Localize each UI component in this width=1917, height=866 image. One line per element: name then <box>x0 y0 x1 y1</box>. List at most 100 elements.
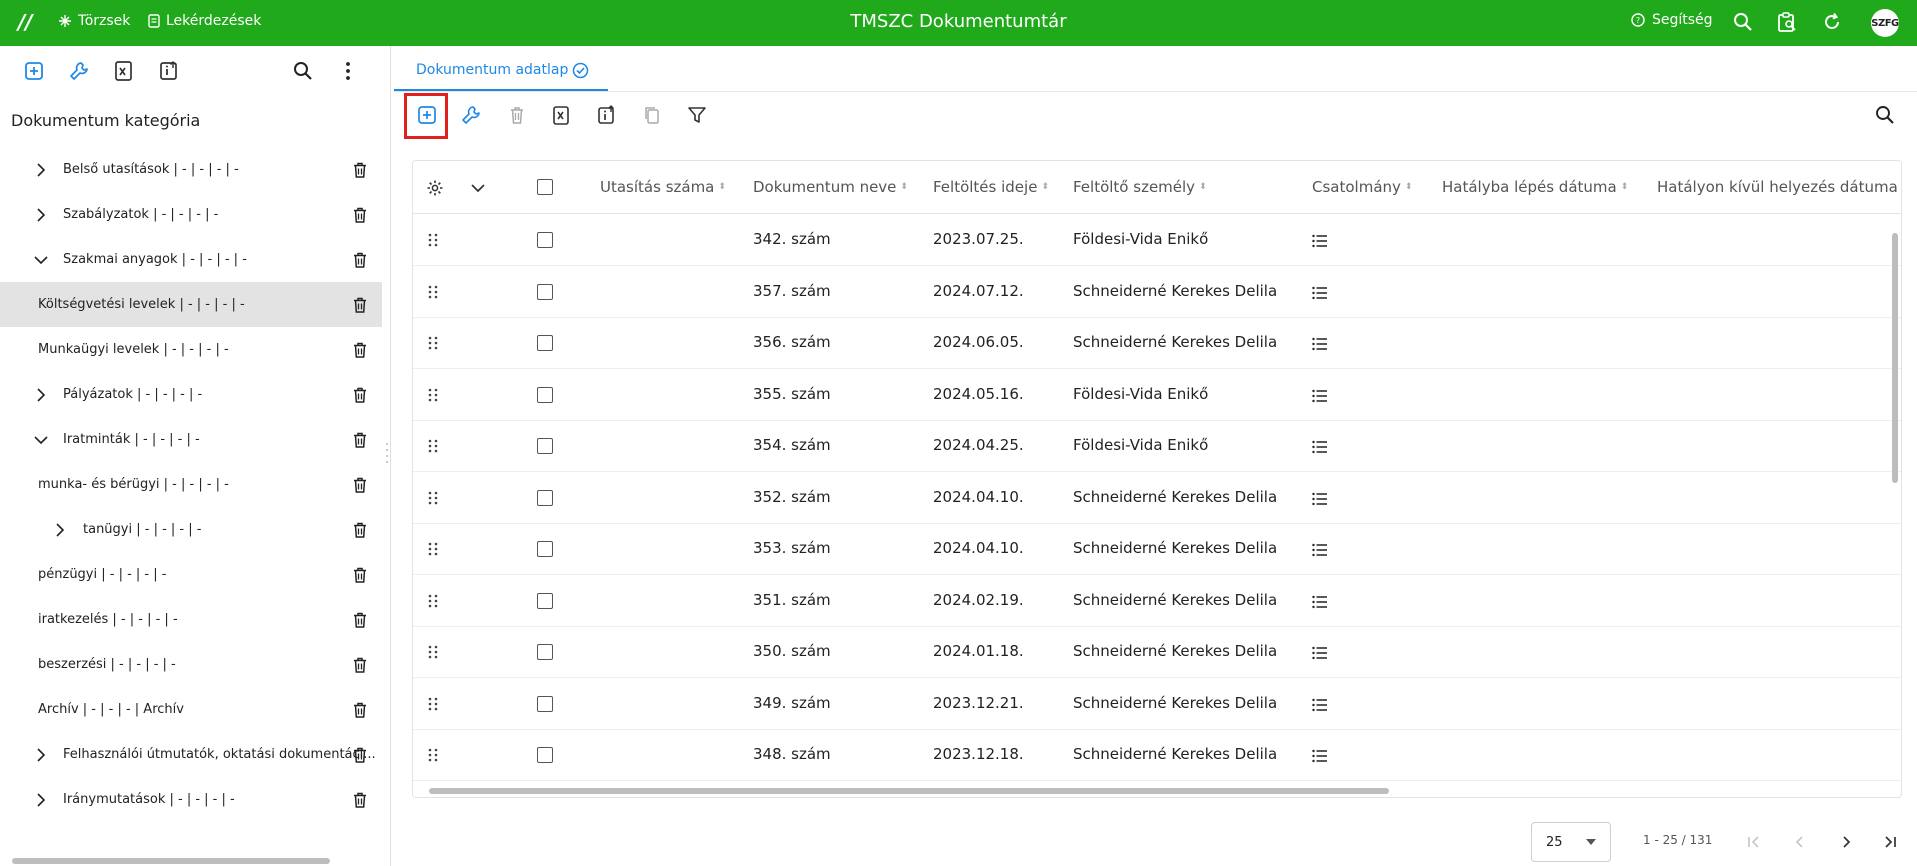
info-export-icon[interactable] <box>157 59 181 83</box>
row-checkbox[interactable] <box>537 541 553 557</box>
row-checkbox[interactable] <box>537 695 553 712</box>
sort-icon[interactable]: ⬍ <box>718 183 726 192</box>
drag-handle-icon[interactable] <box>427 594 439 608</box>
row-checkbox[interactable] <box>537 283 553 300</box>
last-page-icon[interactable] <box>1880 832 1900 852</box>
drag-handle-icon[interactable] <box>427 439 439 453</box>
attachment-list-icon[interactable] <box>1312 492 1328 506</box>
table-row[interactable]: 353. szám 2024.04.10. Schneiderné Kerekes … <box>413 524 1901 575</box>
previous-page-icon[interactable] <box>1790 832 1810 852</box>
trash-icon[interactable] <box>351 206 369 224</box>
table-row[interactable]: 357. szám 2024.07.12. Schneiderné Kerekes … <box>413 267 1901 318</box>
column-header-csatolmany[interactable]: Csatolmány ⬍ <box>1312 178 1412 196</box>
table-row[interactable]: 349. szám 2023.12.21. Schneiderné Kerekes … <box>413 679 1901 730</box>
table-row[interactable]: 356. szám 2024.06.05. Schneiderné Kerekes … <box>413 318 1901 369</box>
trash-icon[interactable] <box>351 701 369 719</box>
column-header-feltoltes-ideje[interactable]: Feltöltés ideje ⬍ <box>933 178 1049 196</box>
tree-item[interactable]: Munkaügyi levelek | - | - | - | - <box>0 327 382 372</box>
tree-item[interactable]: Iránymutatások | - | - | - | - <box>0 777 382 822</box>
chevron-right-icon[interactable] <box>33 207 49 223</box>
search-icon[interactable] <box>1874 104 1896 126</box>
tree-item[interactable]: Költségvetési levelek | - | - | - | - <box>0 282 382 327</box>
drag-handle-icon[interactable] <box>427 233 439 247</box>
trash-icon[interactable] <box>351 791 369 809</box>
table-row[interactable]: 348. szám 2023.12.18. Schneiderné Kerekes … <box>413 730 1901 781</box>
resize-grip-icon[interactable] <box>384 440 390 470</box>
drag-handle-icon[interactable] <box>427 388 439 402</box>
trash-icon[interactable] <box>351 431 369 449</box>
tree-item[interactable]: munka- és bérügyi | - | - | - | - <box>0 462 382 507</box>
row-checkbox[interactable] <box>537 386 553 403</box>
chevron-right-icon[interactable] <box>33 387 49 403</box>
app-logo[interactable]: // <box>18 10 40 34</box>
tree-item[interactable]: Pályázatok | - | - | - | - <box>0 372 382 417</box>
drag-handle-icon[interactable] <box>427 748 439 762</box>
drag-handle-icon[interactable] <box>427 697 439 711</box>
trash-icon[interactable] <box>351 161 369 179</box>
attachment-list-icon[interactable] <box>1312 440 1328 454</box>
attachment-list-icon[interactable] <box>1312 646 1328 660</box>
expand-all-chevron-icon[interactable] <box>470 181 486 195</box>
table-row[interactable]: 352. szám 2024.04.10. Schneiderné Kerekes … <box>413 473 1901 524</box>
attachment-list-icon[interactable] <box>1312 234 1328 248</box>
search-icon[interactable] <box>291 59 315 83</box>
wrench-icon[interactable] <box>67 59 91 83</box>
attachment-list-icon[interactable] <box>1312 698 1328 712</box>
more-vertical-icon[interactable] <box>336 59 360 83</box>
column-header-hatalyon-kivul[interactable]: Hatályon kívül helyezés dátuma <box>1657 178 1898 196</box>
table-row[interactable]: 351. szám 2024.02.19. Schneiderné Kerekes … <box>413 576 1901 627</box>
table-row[interactable]: 350. szám 2024.01.18. Schneiderné Kerekes … <box>413 627 1901 678</box>
sort-icon[interactable]: ⬍ <box>1041 183 1049 192</box>
tree-item[interactable]: Belső utasítások | - | - | - | - <box>0 147 382 192</box>
help-button[interactable]: ? Segítség <box>1630 12 1713 28</box>
chevron-right-icon[interactable] <box>52 522 68 538</box>
drag-handle-icon[interactable] <box>427 491 439 505</box>
tree-item[interactable]: iratkezelés | - | - | - | - <box>0 597 382 642</box>
attachment-list-icon[interactable] <box>1312 749 1328 763</box>
page-size-select[interactable]: 25 <box>1531 822 1611 862</box>
tree-item[interactable]: Szakmai anyagok | - | - | - | - <box>0 237 382 282</box>
table-row[interactable]: 354. szám 2024.04.25. Földesi-Vida Enikő <box>413 421 1901 472</box>
trash-icon[interactable] <box>351 566 369 584</box>
column-header-feltolto-szemely[interactable]: Feltöltő személy ⬍ <box>1073 178 1207 196</box>
copy-icon[interactable] <box>641 104 663 126</box>
delete-icon[interactable] <box>506 104 528 126</box>
row-checkbox[interactable] <box>537 489 553 506</box>
trash-icon[interactable] <box>351 656 369 674</box>
chevron-down-icon[interactable] <box>33 252 49 268</box>
next-page-icon[interactable] <box>1836 832 1856 852</box>
sort-icon[interactable]: ⬍ <box>1405 183 1413 192</box>
tree-item[interactable]: Szabályzatok | - | - | - | - <box>0 192 382 237</box>
excel-export-icon[interactable] <box>112 59 136 83</box>
attachment-list-icon[interactable] <box>1312 595 1328 609</box>
tree-item[interactable]: Archív | - | - | - | Archív <box>0 687 382 732</box>
trash-icon[interactable] <box>351 476 369 494</box>
drag-handle-icon[interactable] <box>427 645 439 659</box>
column-header-hatalyba-lepes[interactable]: Hatályba lépés dátuma ⬍ <box>1442 178 1628 196</box>
left-horizontal-scrollbar[interactable] <box>12 858 330 864</box>
scrollbar-thumb[interactable] <box>429 788 1389 794</box>
attachment-list-icon[interactable] <box>1312 389 1328 403</box>
drag-handle-icon[interactable] <box>427 542 439 556</box>
table-row[interactable]: 342. szám 2023.07.25. Földesi-Vida Enikő <box>413 215 1901 266</box>
first-page-icon[interactable] <box>1744 832 1764 852</box>
sort-icon[interactable]: ⬍ <box>1621 183 1629 192</box>
row-checkbox[interactable] <box>537 438 553 454</box>
info-export-icon[interactable] <box>596 104 618 126</box>
row-checkbox[interactable] <box>537 644 553 660</box>
clipboard-search-icon[interactable] <box>1776 11 1798 33</box>
grid-vertical-scrollbar[interactable] <box>1891 215 1899 785</box>
trash-icon[interactable] <box>351 611 369 629</box>
row-checkbox[interactable] <box>537 232 553 248</box>
grid-horizontal-scrollbar[interactable] <box>413 783 1891 797</box>
trash-icon[interactable] <box>351 296 369 314</box>
scrollbar-thumb[interactable] <box>1892 233 1898 483</box>
trash-icon[interactable] <box>351 386 369 404</box>
chevron-right-icon[interactable] <box>33 747 49 763</box>
nav-lekerdezesek[interactable]: Lekérdezések <box>148 13 261 29</box>
tab-dokumentum-adatlap[interactable]: Dokumentum adatlap <box>394 48 608 92</box>
select-all-checkbox[interactable] <box>537 179 553 195</box>
chevron-right-icon[interactable] <box>33 792 49 808</box>
excel-export-icon[interactable] <box>551 104 573 126</box>
tree-item[interactable]: Iratminták | - | - | - | - <box>0 417 382 462</box>
